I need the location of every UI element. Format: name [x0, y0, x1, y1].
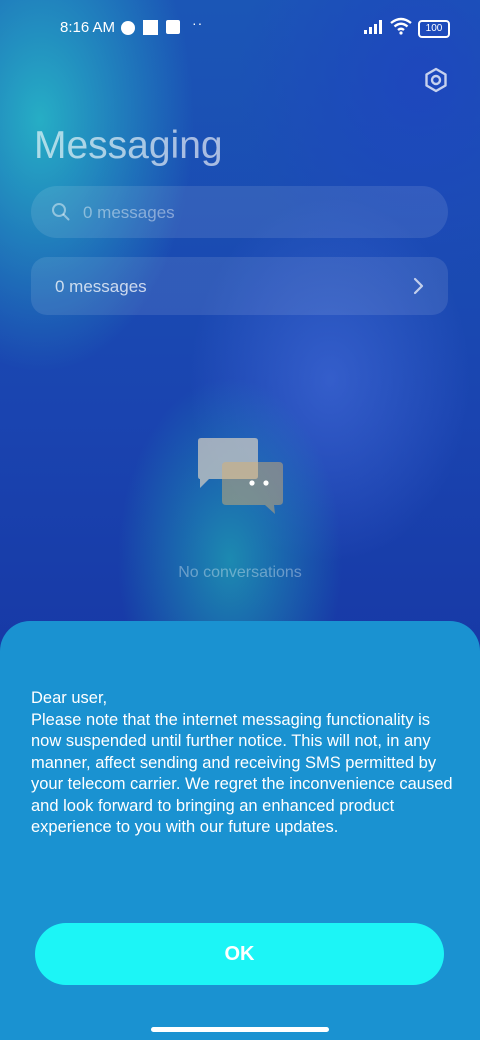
status-bar: 8:16 AM ·· 100: [0, 0, 480, 56]
home-indicator[interactable]: [151, 1027, 329, 1032]
search-input[interactable]: [81, 186, 428, 240]
battery-icon: 100: [418, 20, 450, 38]
dialog-message: Dear user, Please note that the internet…: [31, 689, 453, 836]
chat-bubbles-icon: [195, 436, 287, 516]
notification-square-icon: [143, 20, 158, 35]
more-notifications-icon: ··: [192, 15, 204, 31]
notification-icon: [121, 21, 135, 35]
search-bar[interactable]: [31, 186, 448, 240]
wifi-icon: [390, 17, 412, 39]
chevron-right-icon: [412, 277, 424, 300]
messages-row[interactable]: 0 messages: [31, 257, 448, 315]
notification-app-icon: [166, 20, 180, 34]
notice-dialog: Dear user, Please note that the internet…: [0, 621, 480, 1040]
ok-button[interactable]: OK: [35, 923, 444, 985]
gear-icon: [425, 67, 447, 93]
status-time: 8:16 AM: [60, 19, 116, 36]
messages-row-label: 0 messages: [55, 277, 147, 296]
page-title: Messaging: [34, 124, 223, 167]
search-icon: [51, 202, 71, 227]
signal-icon: [364, 19, 386, 39]
settings-button[interactable]: [422, 66, 450, 94]
empty-state-text: No conversations: [178, 564, 302, 581]
